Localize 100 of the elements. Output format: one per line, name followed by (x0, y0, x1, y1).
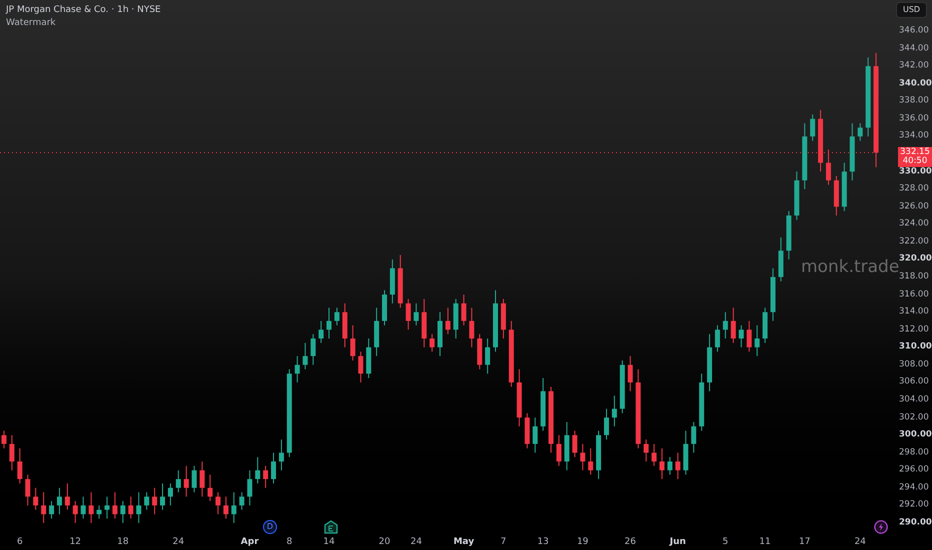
candle (707, 334, 712, 392)
time-axis-label: 18 (117, 536, 129, 549)
candle (208, 474, 213, 502)
candle (112, 492, 118, 520)
price-axis-label: 346.00 (899, 24, 929, 38)
candle (604, 408, 609, 440)
candle (850, 122, 855, 181)
candle (572, 430, 578, 458)
price-axis-label: 314.00 (899, 306, 929, 319)
dividend-marker[interactable]: D (263, 520, 277, 534)
candle (358, 351, 364, 383)
price-axis-label: 322.00 (899, 235, 929, 248)
price-axis-label: 342.00 (899, 60, 929, 73)
candle (548, 386, 554, 454)
candle (144, 492, 150, 510)
price-axis-label: 320.00 (899, 253, 932, 266)
candle (294, 356, 300, 383)
price-axis-label: 308.00 (899, 358, 929, 372)
candle (746, 320, 752, 352)
candle (41, 492, 46, 524)
candle (422, 298, 427, 348)
candle (128, 496, 134, 520)
time-axis-label: 5 (722, 536, 728, 549)
candle (302, 342, 308, 370)
candle (858, 122, 863, 142)
candle (1, 430, 6, 449)
candle (17, 448, 22, 484)
candle (556, 434, 562, 466)
candle (192, 465, 197, 493)
indicator-label: Watermark (6, 17, 57, 30)
candle (516, 368, 522, 427)
candle (453, 298, 458, 339)
price-axis-label: 294.00 (899, 481, 929, 494)
time-axis-label: 17 (798, 536, 810, 549)
candle (120, 500, 126, 524)
price-axis-label: 306.00 (899, 376, 929, 389)
price-axis-label: 290.00 (899, 516, 932, 530)
price-axis-label: 324.00 (899, 218, 929, 231)
candle (469, 307, 474, 348)
candle (834, 175, 839, 216)
candle (216, 492, 221, 515)
currency-button[interactable]: USD (896, 2, 928, 18)
candle (485, 338, 490, 374)
candle (49, 500, 54, 520)
price-axis-label: 344.00 (899, 42, 929, 55)
candle (754, 324, 760, 357)
lightning-icon[interactable] (874, 520, 888, 534)
candle (818, 110, 824, 172)
candle (461, 294, 466, 326)
price-axis-label: 298.00 (899, 446, 929, 460)
candle (770, 268, 776, 322)
candle (842, 162, 847, 212)
time-axis-label: 26 (624, 536, 636, 549)
last-price: 332.15 (900, 148, 930, 157)
price-axis-label: 300.00 (899, 428, 932, 442)
candle (310, 334, 316, 366)
candle (231, 492, 236, 524)
price-axis-label: 316.00 (899, 288, 929, 301)
candle (652, 443, 657, 466)
candle (596, 430, 602, 480)
time-axis-label: 24 (410, 536, 422, 549)
time-axis-label: 13 (537, 536, 549, 549)
candle (644, 439, 649, 462)
candle (152, 487, 158, 515)
candle (738, 324, 744, 348)
candle (374, 307, 380, 357)
candle (540, 378, 546, 432)
candle (580, 443, 586, 471)
price-axis-label: 336.00 (899, 112, 929, 126)
candle (33, 487, 38, 510)
candle (430, 334, 435, 352)
candle (247, 470, 252, 506)
candle (667, 456, 672, 476)
candle (438, 312, 442, 357)
time-axis-label: 7 (500, 536, 506, 549)
candle (477, 334, 482, 370)
candle (406, 298, 411, 330)
candle (9, 434, 14, 471)
time-axis-label: 12 (70, 536, 82, 549)
candle (786, 210, 792, 260)
candle (56, 487, 62, 515)
candle (699, 373, 704, 432)
candle (80, 496, 86, 520)
candle (564, 421, 570, 471)
candle (508, 320, 514, 388)
time-axis-label: 8 (286, 536, 292, 549)
candle (160, 482, 166, 510)
candle (318, 320, 324, 344)
candle (588, 448, 594, 476)
price-axis-label: 330.00 (899, 165, 932, 178)
candle (136, 492, 142, 524)
candle (88, 492, 94, 524)
chart-watermark: monk.trade (801, 257, 900, 277)
candle (278, 439, 284, 471)
earnings-marker-icon[interactable] (324, 520, 338, 534)
time-axis-label: 11 (759, 536, 771, 549)
candle (176, 470, 181, 493)
candle (271, 452, 276, 484)
price-axis-label: 340.00 (899, 77, 932, 90)
candle (500, 298, 506, 339)
